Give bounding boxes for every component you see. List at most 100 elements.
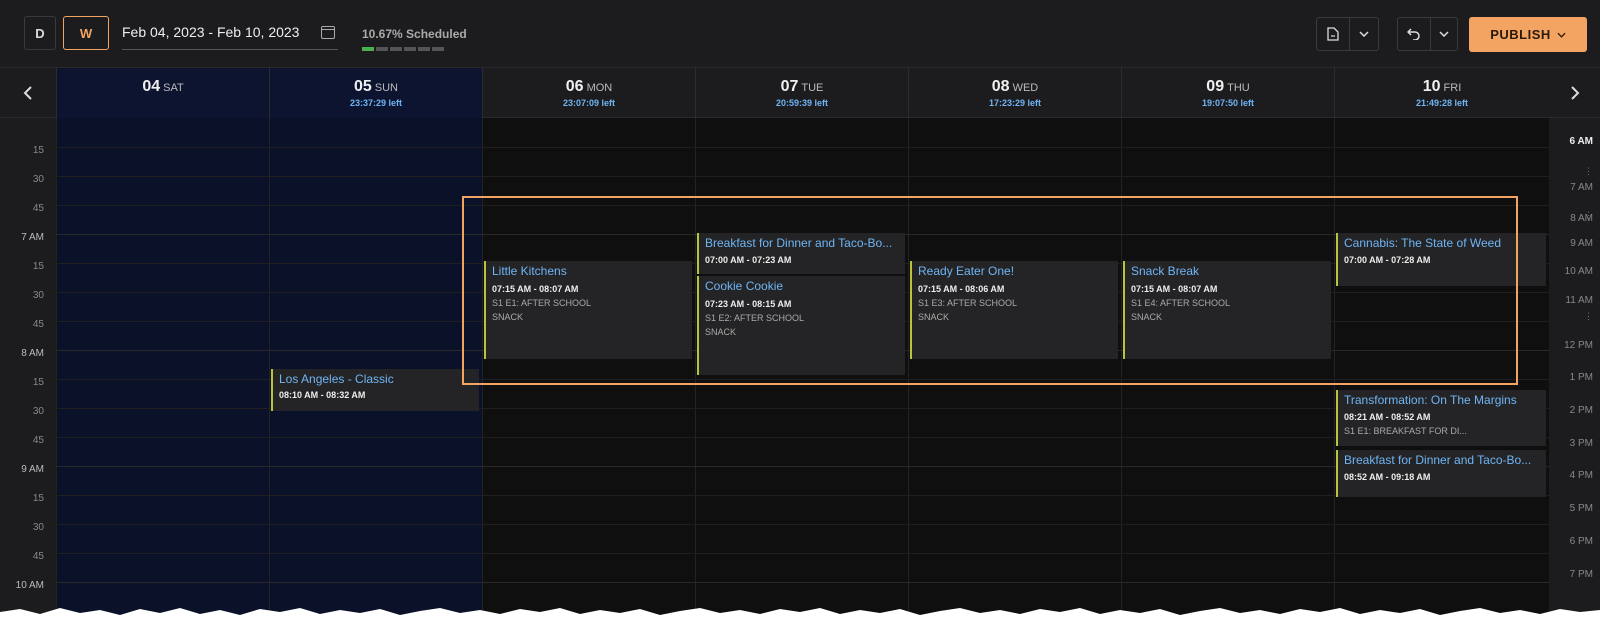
event-episode: S1 E1: AFTER SCHOOL bbox=[492, 298, 592, 308]
schedule-event[interactable]: Transformation: On The Margins 08:21 AM … bbox=[1336, 390, 1546, 446]
time-left: 23:37:29 left bbox=[349, 98, 403, 108]
grid-line bbox=[56, 176, 1549, 177]
event-time: 08:21 AM - 08:52 AM bbox=[1344, 412, 1431, 422]
day-number: 09 bbox=[1206, 78, 1225, 95]
schedule-event[interactable]: Breakfast for Dinner and Taco-Bo... 08:5… bbox=[1336, 450, 1546, 497]
day-view-button[interactable]: D bbox=[24, 16, 56, 50]
grid-line bbox=[56, 553, 1549, 554]
time-left: 23:07:09 left bbox=[562, 98, 616, 108]
event-title: Los Angeles - Classic bbox=[279, 372, 394, 386]
day-name: WED bbox=[1012, 82, 1039, 94]
day-header-thu[interactable]: 09 THU 19:07:50 left bbox=[1121, 68, 1334, 118]
day-header-sun[interactable]: 05 SUN 23:37:29 left bbox=[269, 68, 482, 118]
grid-line bbox=[56, 495, 1549, 496]
time-gutter: 15 30 45 7 AM 15 30 45 8 AM 15 30 45 9 A… bbox=[0, 118, 56, 624]
document-icon bbox=[1327, 27, 1339, 41]
event-time: 07:00 AM - 07:23 AM bbox=[705, 255, 792, 265]
undo-icon bbox=[1407, 28, 1420, 40]
hour-marker: 7 AM bbox=[1570, 182, 1593, 193]
calendar-grid: 15 30 45 7 AM 15 30 45 8 AM 15 30 45 9 A… bbox=[0, 118, 1600, 624]
event-title: Little Kitchens bbox=[492, 264, 567, 278]
event-title: Transformation: On The Margins bbox=[1344, 393, 1517, 407]
day-column-sat[interactable] bbox=[56, 118, 269, 624]
date-range-text: Feb 04, 2023 - Feb 10, 2023 bbox=[122, 23, 300, 40]
time-label: 8 AM bbox=[21, 348, 44, 359]
grid-line bbox=[56, 437, 1549, 438]
day-header-tue[interactable]: 07 TUE 20:59:39 left bbox=[695, 68, 908, 118]
previous-week-button[interactable] bbox=[0, 68, 56, 118]
day-header-sat[interactable]: 04 SAT bbox=[56, 68, 269, 118]
day-header-mon[interactable]: 06 MON 23:07:09 left bbox=[482, 68, 695, 118]
hour-marker: 8 AM bbox=[1570, 213, 1593, 224]
day-name: SAT bbox=[163, 82, 184, 94]
day-column-fri[interactable] bbox=[1334, 118, 1549, 624]
day-name: MON bbox=[586, 82, 613, 94]
hour-overview-scroller[interactable]: 6 AM ⋮ 7 AM ⋮ 8 AM 9 AM 10 AM 11 AM ⋮ 12… bbox=[1549, 118, 1600, 624]
publish-button[interactable]: PUBLISH bbox=[1469, 17, 1587, 52]
export-menu-button[interactable] bbox=[1349, 17, 1379, 51]
hour-marker: 9 AM bbox=[1570, 238, 1593, 249]
calendar-icon[interactable] bbox=[321, 26, 335, 39]
event-episode: SNACK bbox=[1131, 312, 1163, 322]
event-title: Cookie Cookie bbox=[705, 279, 784, 293]
day-name: FRI bbox=[1443, 82, 1462, 94]
hour-marker: 7 PM bbox=[1569, 569, 1593, 580]
event-time: 07:00 AM - 07:28 AM bbox=[1344, 255, 1431, 265]
grid-line bbox=[56, 466, 1549, 467]
time-label: 15 bbox=[32, 377, 44, 388]
day-column-thu[interactable] bbox=[1121, 118, 1334, 624]
schedule-event[interactable]: Snack Break 07:15 AM - 08:07 AM S1 E4: A… bbox=[1123, 261, 1331, 359]
event-episode: S1 E4: AFTER SCHOOL bbox=[1131, 298, 1231, 308]
event-title: Ready Eater One! bbox=[918, 264, 1015, 278]
hour-marker: 3 PM bbox=[1569, 438, 1593, 449]
event-episode: SNACK bbox=[918, 312, 950, 322]
day-number: 05 bbox=[353, 78, 372, 95]
event-episode: S1 E2: AFTER SCHOOL bbox=[705, 313, 805, 323]
time-left: 19:07:50 left bbox=[1201, 98, 1255, 108]
next-week-button[interactable] bbox=[1549, 68, 1600, 118]
event-episode: SNACK bbox=[492, 312, 524, 322]
time-label: 45 bbox=[32, 319, 44, 330]
time-label: 30 bbox=[32, 174, 44, 185]
hour-marker: 4 PM bbox=[1569, 470, 1593, 481]
grid-line bbox=[56, 582, 1549, 583]
day-number: 06 bbox=[565, 78, 584, 95]
hour-marker: 2 PM bbox=[1569, 405, 1593, 416]
schedule-event[interactable]: Ready Eater One! 07:15 AM - 08:06 AM S1 … bbox=[910, 261, 1118, 359]
grid-line bbox=[56, 205, 1549, 206]
day-column-mon[interactable] bbox=[482, 118, 695, 624]
schedule-event[interactable]: Cannabis: The State of Weed 07:00 AM - 0… bbox=[1336, 233, 1546, 286]
day-column-wed[interactable] bbox=[908, 118, 1121, 624]
event-time: 08:52 AM - 09:18 AM bbox=[1344, 472, 1431, 482]
day-header-fri[interactable]: 10 FRI 21:49:28 left bbox=[1334, 68, 1549, 118]
schedule-event[interactable]: Los Angeles - Classic 08:10 AM - 08:32 A… bbox=[271, 369, 479, 411]
time-label: 10 AM bbox=[15, 580, 44, 591]
schedule-event[interactable]: Breakfast for Dinner and Taco-Bo... 07:0… bbox=[697, 233, 905, 274]
week-view-button[interactable]: W bbox=[63, 16, 109, 50]
day-number: 04 bbox=[142, 78, 161, 95]
time-label: 9 AM bbox=[21, 464, 44, 475]
schedule-event[interactable]: Cookie Cookie 07:23 AM - 08:15 AM S1 E2:… bbox=[697, 276, 905, 375]
day-number: 10 bbox=[1422, 78, 1441, 95]
time-left: 17:23:29 left bbox=[988, 98, 1042, 108]
more-dots-icon: ⋮ bbox=[1584, 311, 1593, 321]
more-dots-icon: ⋮ bbox=[1584, 166, 1593, 176]
day-header-wed[interactable]: 08 WED 17:23:29 left bbox=[908, 68, 1121, 118]
hour-marker: 10 AM bbox=[1564, 266, 1593, 277]
day-name: TUE bbox=[801, 82, 824, 94]
event-title: Snack Break bbox=[1131, 264, 1200, 278]
event-title: Cannabis: The State of Weed bbox=[1344, 236, 1501, 250]
time-left: 20:59:39 left bbox=[775, 98, 829, 108]
date-range-field[interactable]: Feb 04, 2023 - Feb 10, 2023 bbox=[122, 14, 338, 50]
undo-menu-button[interactable] bbox=[1430, 17, 1458, 51]
torn-edge-decoration bbox=[0, 608, 1600, 624]
event-time: 07:23 AM - 08:15 AM bbox=[705, 299, 792, 309]
scheduled-progress-bar bbox=[362, 47, 444, 51]
export-button[interactable] bbox=[1316, 17, 1350, 51]
schedule-event[interactable]: Little Kitchens 07:15 AM - 08:07 AM S1 E… bbox=[484, 261, 692, 359]
day-name: SUN bbox=[374, 82, 399, 94]
undo-button[interactable] bbox=[1397, 17, 1431, 51]
day-name: THU bbox=[1227, 82, 1250, 94]
event-episode: S1 E3: AFTER SCHOOL bbox=[918, 298, 1018, 308]
event-title: Breakfast for Dinner and Taco-Bo... bbox=[705, 236, 893, 250]
